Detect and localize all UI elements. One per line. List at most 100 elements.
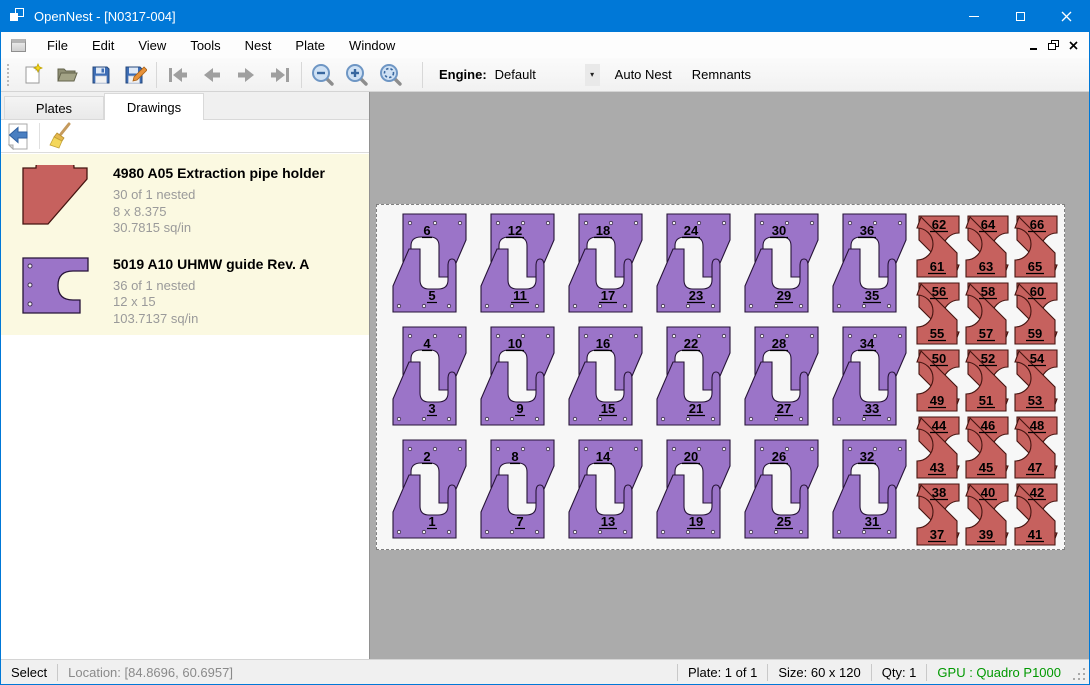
part-hole: [510, 304, 513, 307]
part-hole: [573, 417, 576, 420]
red-part-pair: 4847: [1015, 417, 1057, 478]
part-hole: [749, 417, 752, 420]
part-number-label: 13: [601, 514, 615, 529]
purple-part-pair: 2019: [657, 440, 730, 538]
document-icon[interactable]: [11, 39, 26, 52]
part-hole: [661, 417, 664, 420]
part-hole: [810, 447, 813, 450]
part-hole: [686, 304, 689, 307]
menu-tools[interactable]: Tools: [178, 34, 232, 57]
drawings-toolbar: [1, 120, 369, 153]
return-part-button[interactable]: [1, 121, 35, 151]
part-number-label: 23: [689, 288, 703, 303]
part-hole: [433, 447, 436, 450]
new-file-icon: [21, 63, 45, 87]
drawing-list: 4980 A05 Extraction pipe holder 30 of 1 …: [1, 154, 369, 335]
part-hole: [458, 221, 461, 224]
part-hole: [760, 221, 763, 224]
part-number-label: 5: [428, 288, 435, 303]
red-part-pair: 4039: [966, 484, 1008, 545]
first-plate-button[interactable]: [161, 60, 195, 90]
resize-grip[interactable]: [1073, 668, 1087, 682]
tab-drawings[interactable]: Drawings: [104, 93, 204, 120]
purple-part-pair: 109: [481, 327, 554, 425]
part-number-label: 37: [930, 527, 944, 542]
next-arrow-icon: [233, 63, 259, 87]
part-number-label: 55: [930, 326, 944, 341]
part-hole: [496, 334, 499, 337]
part-hole: [774, 417, 777, 420]
clear-parts-button[interactable]: [44, 121, 78, 151]
last-plate-button[interactable]: [263, 60, 297, 90]
part-number-label: 27: [777, 401, 791, 416]
open-button[interactable]: [50, 60, 84, 90]
part-hole: [485, 304, 488, 307]
next-plate-button[interactable]: [229, 60, 263, 90]
nesting-canvas[interactable]: 6512111817242330293635431091615222128273…: [369, 92, 1089, 659]
purple-part-pair: 3231: [833, 440, 906, 538]
mdi-restore-button[interactable]: [1043, 36, 1063, 54]
red-part-pair: 6059: [1015, 283, 1057, 344]
engine-select[interactable]: Default: [493, 67, 585, 82]
zoom-fit-button[interactable]: [374, 60, 408, 90]
menu-plate[interactable]: Plate: [283, 34, 337, 57]
menu-nest[interactable]: Nest: [233, 34, 284, 57]
engine-dropdown-button[interactable]: ▾: [585, 64, 600, 86]
purple-part-pair: 3433: [833, 327, 906, 425]
close-icon: [1061, 11, 1072, 22]
zoom-fit-icon: [378, 62, 404, 88]
maximize-button[interactable]: [997, 0, 1043, 32]
maximize-icon: [1016, 12, 1025, 21]
part-number-label: 10: [508, 336, 522, 351]
menu-window[interactable]: Window: [337, 34, 407, 57]
save-as-button[interactable]: [118, 60, 152, 90]
part-hole: [862, 417, 865, 420]
part-number-label: 25: [777, 514, 791, 529]
menu-file[interactable]: File: [35, 34, 80, 57]
part-hole: [584, 334, 587, 337]
drawing-item-2[interactable]: 5019 A10 UHMW guide Rev. A 36 of 1 neste…: [1, 245, 369, 336]
previous-plate-button[interactable]: [195, 60, 229, 90]
close-button[interactable]: [1043, 0, 1089, 32]
zoom-out-button[interactable]: [306, 60, 340, 90]
mdi-close-icon: [1069, 41, 1078, 50]
part-number-label: 7: [516, 514, 523, 529]
menu-view[interactable]: View: [126, 34, 178, 57]
last-arrow-icon: [267, 63, 293, 87]
plate-sheet[interactable]: 6512111817242330293635431091615222128273…: [376, 204, 1065, 550]
menu-edit[interactable]: Edit: [80, 34, 126, 57]
mdi-minimize-icon: [1030, 48, 1037, 50]
purple-part-pair: 2221: [657, 327, 730, 425]
part-hole: [686, 417, 689, 420]
mdi-minimize-button[interactable]: [1023, 36, 1043, 54]
red-part-pair: 5251: [966, 350, 1008, 411]
purple-part-pair: 2625: [745, 440, 818, 538]
part-number-label: 62: [932, 217, 946, 232]
toolbar-grip[interactable]: [7, 64, 10, 86]
part-hole: [686, 530, 689, 533]
auto-nest-button[interactable]: Auto Nest: [606, 62, 681, 87]
part-hole: [546, 447, 549, 450]
part-hole: [546, 221, 549, 224]
new-button[interactable]: [16, 60, 50, 90]
part-hole: [447, 530, 450, 533]
mdi-close-button[interactable]: [1063, 36, 1083, 54]
part-hole: [535, 417, 538, 420]
part-hole: [661, 304, 664, 307]
red-part-pair: 6463: [966, 216, 1008, 277]
tab-plates[interactable]: Plates: [4, 96, 104, 120]
part-hole: [634, 334, 637, 337]
zoom-in-button[interactable]: [340, 60, 374, 90]
remnants-button[interactable]: Remnants: [683, 62, 760, 87]
part-hole: [760, 447, 763, 450]
part-number-label: 17: [601, 288, 615, 303]
drawing-item-1[interactable]: 4980 A05 Extraction pipe holder 30 of 1 …: [1, 154, 369, 245]
back-arrow-icon: [5, 123, 31, 150]
part-number-label: 33: [865, 401, 879, 416]
part-hole: [573, 530, 576, 533]
part-number-label: 41: [1028, 527, 1042, 542]
minimize-button[interactable]: [951, 0, 997, 32]
part-number-label: 43: [930, 460, 944, 475]
save-button[interactable]: [84, 60, 118, 90]
part-number-label: 19: [689, 514, 703, 529]
